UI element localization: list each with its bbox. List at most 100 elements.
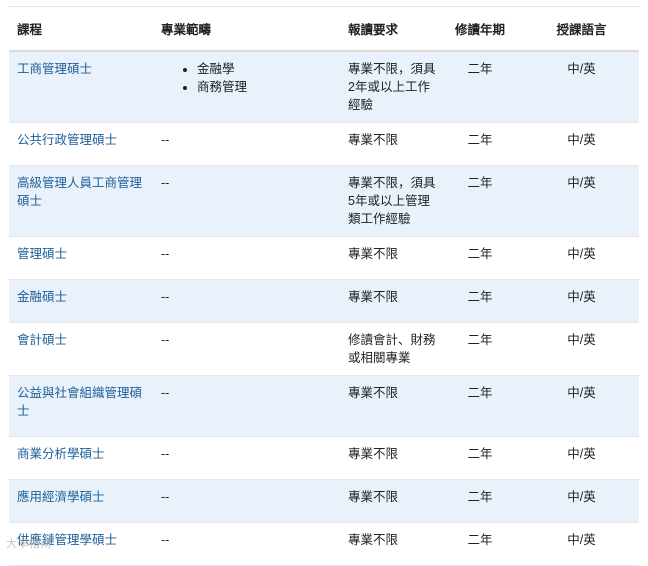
program-cell: 公益與社會組織管理碩士 — [9, 375, 153, 437]
table-row: 供應鏈管理學碩士 -- 專業不限 二年 中/英 — [9, 522, 639, 566]
requirement-cell: 專業不限，須具2年或以上工作經驗 — [306, 51, 436, 123]
header-program: 課程 — [9, 6, 153, 52]
range-text: -- — [161, 333, 170, 347]
language-cell: 中/英 — [524, 279, 639, 323]
range-cell: -- — [153, 236, 306, 280]
range-text: -- — [161, 290, 170, 304]
language-cell: 中/英 — [524, 322, 639, 376]
duration-cell: 二年 — [436, 479, 524, 523]
program-cell: 應用經濟學碩士 — [9, 479, 153, 523]
program-link[interactable]: 會計碩士 — [17, 333, 67, 347]
programs-table-container: 課程 專業範疇 報讀要求 修讀年期 授課語言 工商管理碩士金融學商務管理專業不限… — [9, 6, 639, 566]
header-requirement: 報讀要求 — [306, 6, 436, 52]
range-text: -- — [161, 490, 170, 504]
program-cell: 管理碩士 — [9, 236, 153, 280]
duration-cell: 二年 — [436, 322, 524, 376]
language-cell: 中/英 — [524, 436, 639, 480]
table-body: 工商管理碩士金融學商務管理專業不限，須具2年或以上工作經驗二年中/英公共行政管理… — [9, 51, 639, 566]
duration-cell: 二年 — [436, 436, 524, 480]
requirement-text: 專業不限 — [348, 490, 399, 504]
range-text: -- — [161, 533, 170, 547]
table-row: 金融碩士 -- 專業不限 二年 中/英 — [9, 279, 639, 323]
duration-cell: 二年 — [436, 236, 524, 280]
duration-cell: 二年 — [436, 375, 524, 437]
requirement-cell: 專業不限 — [306, 122, 436, 166]
duration-cell: 二年 — [436, 165, 524, 237]
table-row: 公益與社會組織管理碩士 -- 專業不限 二年 中/英 — [9, 375, 639, 437]
requirement-text: 專業不限 — [348, 290, 399, 304]
range-list: 金融學商務管理 — [161, 60, 298, 96]
header-range: 專業範疇 — [153, 6, 306, 52]
requirement-cell: 專業不限 — [306, 279, 436, 323]
requirement-text: 修讀會計、財務或相關專業 — [348, 333, 436, 365]
program-link[interactable]: 工商管理碩士 — [17, 62, 92, 76]
program-cell: 商業分析學碩士 — [9, 436, 153, 480]
requirement-text: 專業不限 — [348, 447, 399, 461]
range-list-item: 商務管理 — [197, 78, 298, 96]
program-cell: 高級管理人員工商管理碩士 — [9, 165, 153, 237]
requirement-text: 專業不限 — [348, 533, 399, 547]
range-cell: -- — [153, 436, 306, 480]
header-row: 課程 專業範疇 報讀要求 修讀年期 授課語言 — [9, 6, 639, 52]
watermark: 大學指南 — [6, 538, 52, 550]
table-row: 商業分析學碩士 -- 專業不限 二年 中/英 — [9, 436, 639, 480]
requirement-cell: 專業不限 — [306, 236, 436, 280]
range-text: -- — [161, 447, 170, 461]
program-cell: 公共行政管理碩士 — [9, 122, 153, 166]
requirement-text: 專業不限，須具5年或以上管理類工作經驗 — [348, 176, 436, 226]
range-cell: -- — [153, 522, 306, 566]
language-cell: 中/英 — [524, 51, 639, 123]
range-text: -- — [161, 176, 170, 190]
requirement-text: 專業不限 — [348, 247, 399, 261]
range-cell: -- — [153, 122, 306, 166]
program-cell: 會計碩士 — [9, 322, 153, 376]
language-cell: 中/英 — [524, 479, 639, 523]
range-text: -- — [161, 247, 170, 261]
table-row: 公共行政管理碩士 -- 專業不限 二年 中/英 — [9, 122, 639, 166]
range-cell: -- — [153, 165, 306, 237]
range-list-item: 金融學 — [197, 60, 298, 78]
duration-cell: 二年 — [436, 51, 524, 123]
duration-cell: 二年 — [436, 522, 524, 566]
program-link[interactable]: 管理碩士 — [17, 247, 67, 261]
program-link[interactable]: 金融碩士 — [17, 290, 67, 304]
requirement-cell: 專業不限，須具5年或以上管理類工作經驗 — [306, 165, 436, 237]
language-cell: 中/英 — [524, 375, 639, 437]
program-link[interactable]: 應用經濟學碩士 — [17, 490, 105, 504]
table-row: 會計碩士 -- 修讀會計、財務或相關專業 二年 中/英 — [9, 322, 639, 376]
header-language: 授課語言 — [524, 6, 639, 52]
range-cell: -- — [153, 375, 306, 437]
range-text: -- — [161, 133, 170, 147]
requirement-text: 專業不限 — [348, 133, 399, 147]
program-link[interactable]: 公益與社會組織管理碩士 — [17, 386, 142, 418]
program-cell: 金融碩士 — [9, 279, 153, 323]
duration-cell: 二年 — [436, 279, 524, 323]
requirement-cell: 專業不限 — [306, 479, 436, 523]
range-cell: -- — [153, 479, 306, 523]
programs-table: 課程 專業範疇 報讀要求 修讀年期 授課語言 工商管理碩士金融學商務管理專業不限… — [9, 6, 639, 566]
table-header: 課程 專業範疇 報讀要求 修讀年期 授課語言 — [9, 6, 639, 52]
program-link[interactable]: 公共行政管理碩士 — [17, 133, 117, 147]
requirement-cell: 專業不限 — [306, 375, 436, 437]
range-text: -- — [161, 386, 170, 400]
table-row: 工商管理碩士 金融學商務管理 專業不限，須具2年或以上工作經驗二年中/英 — [9, 51, 639, 123]
program-cell: 工商管理碩士 — [9, 51, 153, 123]
table-row: 管理碩士 -- 專業不限 二年 中/英 — [9, 236, 639, 280]
language-cell: 中/英 — [524, 522, 639, 566]
program-link[interactable]: 高級管理人員工商管理碩士 — [17, 176, 142, 208]
header-duration: 修讀年期 — [436, 6, 524, 52]
language-cell: 中/英 — [524, 122, 639, 166]
range-cell: 金融學商務管理 — [153, 51, 306, 123]
requirement-text: 專業不限，須具2年或以上工作經驗 — [348, 62, 436, 112]
range-cell: -- — [153, 322, 306, 376]
program-link[interactable]: 商業分析學碩士 — [17, 447, 105, 461]
requirement-cell: 修讀會計、財務或相關專業 — [306, 322, 436, 376]
requirement-cell: 專業不限 — [306, 436, 436, 480]
range-cell: -- — [153, 279, 306, 323]
table-row: 高級管理人員工商管理碩士 -- 專業不限，須具5年或以上管理類工作經驗 二年 中/英 — [9, 165, 639, 237]
requirement-cell: 專業不限 — [306, 522, 436, 566]
language-cell: 中/英 — [524, 165, 639, 237]
table-row: 應用經濟學碩士 -- 專業不限 二年 中/英 — [9, 479, 639, 523]
requirement-text: 專業不限 — [348, 386, 399, 400]
duration-cell: 二年 — [436, 122, 524, 166]
